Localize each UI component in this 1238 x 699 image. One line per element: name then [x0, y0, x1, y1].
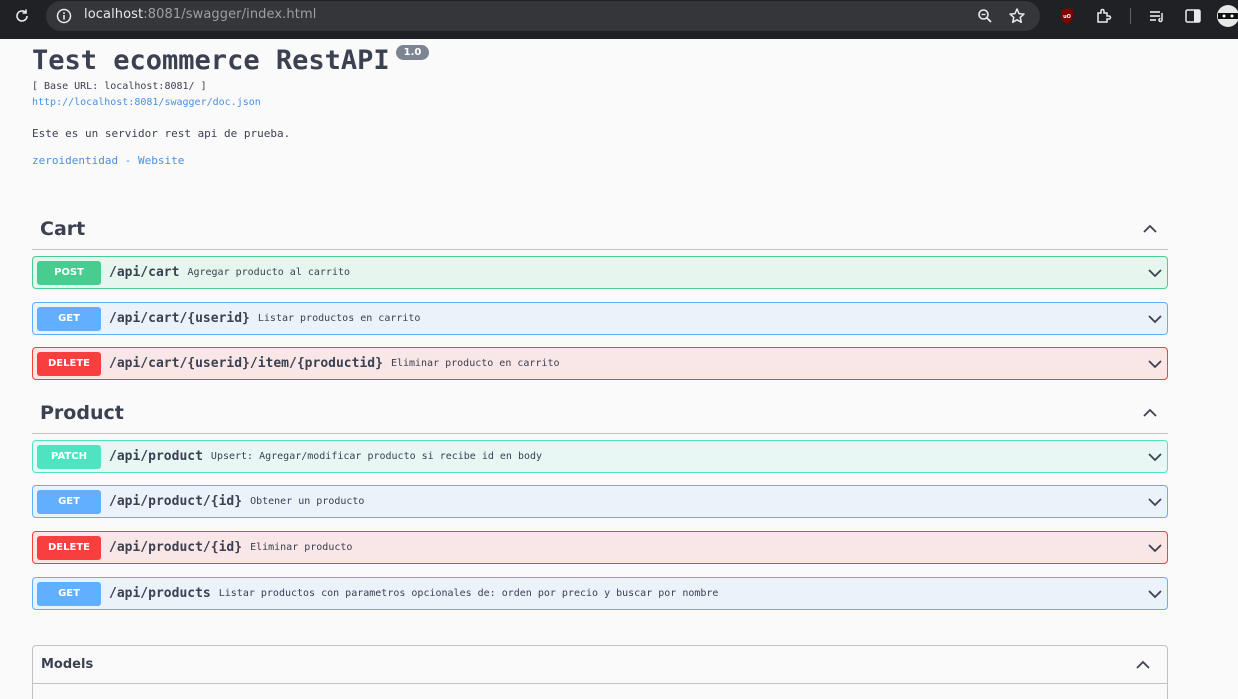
operation-summary: Agregar producto al carrito	[187, 267, 351, 278]
operation-path: /api/product/{id}	[109, 540, 243, 555]
zoom-icon[interactable]	[974, 5, 996, 27]
operation-summary: Listar productos con parametros opcional…	[218, 588, 719, 599]
operation-path: /api/product/{id}	[109, 494, 243, 509]
api-title-row: Test ecommerce RestAPI 1.0	[32, 42, 430, 80]
tag-name: Product	[40, 401, 124, 424]
chevron-down-icon[interactable]	[1145, 584, 1165, 604]
method-badge: GET	[37, 581, 101, 606]
method-badge: DELETE	[37, 535, 101, 560]
tag-section-cart: Cart	[32, 208, 1168, 250]
url-path: :8081/swagger/index.html	[143, 7, 317, 22]
extensions-puzzle-icon[interactable]	[1093, 5, 1115, 27]
url-text: localhost:8081/swagger/index.html	[84, 7, 316, 22]
website-link[interactable]: zeroidentidad - Website	[32, 154, 184, 167]
tag-name: Cart	[40, 217, 86, 240]
operation-get-cart-userid[interactable]: GET /api/cart/{userid} Listar productos …	[32, 302, 1168, 335]
chevron-down-icon[interactable]	[1145, 309, 1165, 329]
operation-summary: Upsert: Agregar/modificar producto si re…	[210, 451, 543, 462]
models-section: Models	[32, 645, 1168, 699]
operation-path: /api/products	[109, 586, 211, 601]
chevron-up-icon[interactable]	[1133, 655, 1153, 675]
method-badge: GET	[37, 306, 101, 331]
site-info-icon[interactable]	[54, 6, 74, 26]
api-title: Test ecommerce RestAPI	[32, 45, 390, 76]
method-badge: GET	[37, 489, 101, 514]
reload-icon[interactable]	[12, 6, 32, 26]
operation-path: /api/product	[109, 449, 203, 464]
chevron-down-icon[interactable]	[1145, 538, 1165, 558]
chevron-down-icon[interactable]	[1145, 447, 1165, 467]
profile-avatar-icon[interactable]	[1216, 4, 1238, 28]
operation-get-product-id[interactable]: GET /api/product/{id} Obtener un product…	[32, 485, 1168, 518]
operation-summary: Eliminar producto	[250, 542, 353, 553]
chevron-down-icon[interactable]	[1145, 354, 1165, 374]
bookmark-star-icon[interactable]	[1006, 5, 1028, 27]
operation-delete-cart-item[interactable]: DELETE /api/cart/{userid}/item/{producti…	[32, 347, 1168, 380]
base-url: [ Base URL: localhost:8081/ ]	[32, 81, 207, 92]
reading-list-icon[interactable]	[1146, 5, 1168, 27]
url-host: localhost	[84, 7, 144, 22]
operation-get-products[interactable]: GET /api/products Listar productos con p…	[32, 577, 1168, 610]
method-badge: POST	[37, 260, 101, 285]
operation-patch-product[interactable]: PATCH /api/product Upsert: Agregar/modif…	[32, 440, 1168, 473]
svg-text:uO: uO	[1063, 14, 1071, 20]
chevron-up-icon[interactable]	[1140, 219, 1160, 239]
operation-path: /api/cart	[109, 265, 180, 280]
models-title: Models	[41, 657, 94, 672]
operation-summary: Listar productos en carrito	[257, 313, 421, 324]
tag-header-cart[interactable]: Cart	[32, 208, 1168, 250]
tag-header-product[interactable]: Product	[32, 392, 1168, 434]
chevron-down-icon[interactable]	[1145, 492, 1165, 512]
chevron-up-icon[interactable]	[1140, 403, 1160, 423]
operation-summary: Obtener un producto	[250, 496, 365, 507]
side-panel-icon[interactable]	[1182, 5, 1204, 27]
browser-toolbar: localhost:8081/swagger/index.html uO	[0, 0, 1238, 39]
operation-summary: Eliminar producto en carrito	[390, 358, 560, 369]
doc-json-link[interactable]: http://localhost:8081/swagger/doc.json	[32, 97, 261, 108]
method-badge: DELETE	[37, 351, 101, 376]
operation-post-cart[interactable]: POST /api/cart Agregar producto al carri…	[32, 256, 1168, 289]
operation-path: /api/cart/{userid}/item/{productid}	[109, 356, 383, 371]
toolbar-separator	[1130, 8, 1131, 24]
operation-delete-product-id[interactable]: DELETE /api/product/{id} Eliminar produc…	[32, 531, 1168, 564]
tag-section-product: Product	[32, 392, 1168, 434]
operation-path: /api/cart/{userid}	[109, 311, 250, 326]
chevron-down-icon[interactable]	[1145, 263, 1165, 283]
api-description: Este es un servidor rest api de prueba.	[32, 127, 291, 140]
method-badge: PATCH	[37, 444, 101, 469]
models-header[interactable]: Models	[33, 646, 1167, 684]
version-badge: 1.0	[395, 45, 430, 60]
ublock-extension-icon[interactable]: uO	[1056, 5, 1078, 27]
